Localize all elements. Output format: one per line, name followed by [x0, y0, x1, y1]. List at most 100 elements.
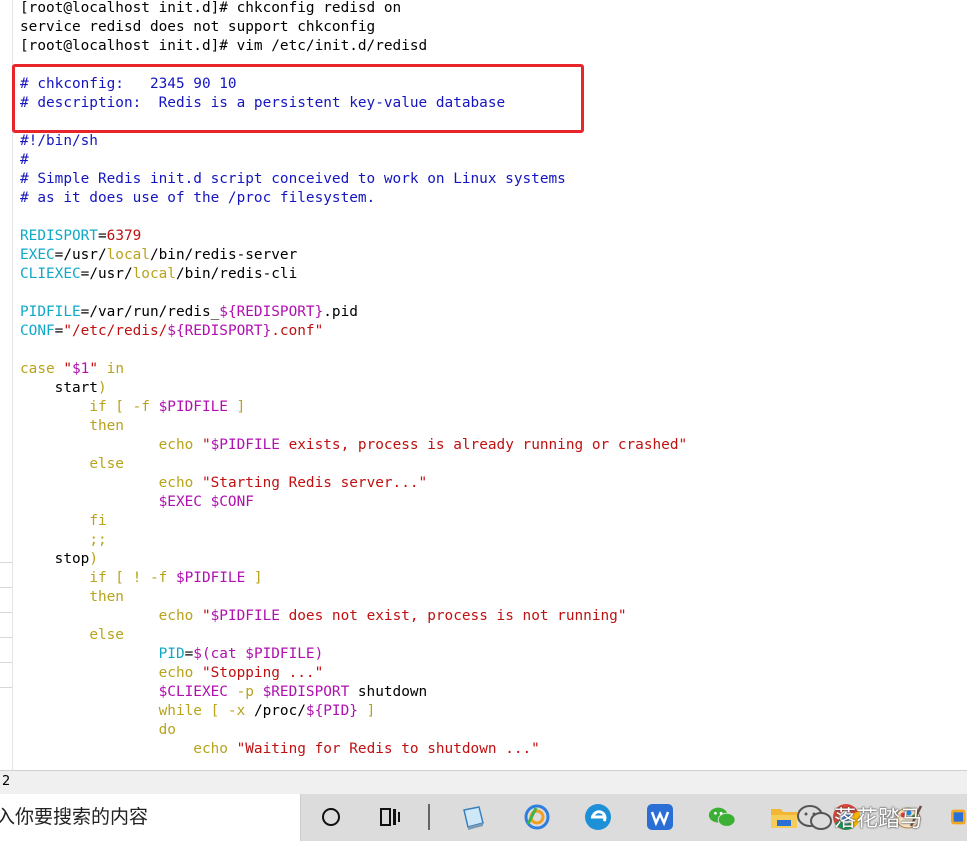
- notepad-icon[interactable]: [458, 802, 488, 832]
- terminal-line: echo "Waiting for Redis to shutdown ...": [20, 740, 967, 759]
- terminal-line: fi: [20, 512, 967, 531]
- code-token: service redisd does not support chkconfi…: [20, 19, 376, 35]
- code-token: local: [132, 266, 176, 282]
- code-token: case: [20, 361, 55, 377]
- terminal-line: case "$1" in: [20, 360, 967, 379]
- code-token: # Simple Redis init.d script conceived t…: [20, 171, 566, 187]
- left-gutter-ticks: [0, 562, 12, 712]
- code-token: ): [97, 380, 107, 396]
- code-token: #: [20, 152, 29, 168]
- terminal-line: while [ -x /proc/${PID} ]: [20, 702, 967, 721]
- code-token: PID: [158, 646, 185, 662]
- watermark: 落花踏马: [796, 798, 922, 836]
- cortana-icon[interactable]: [316, 802, 346, 832]
- browser-icon[interactable]: [522, 802, 552, 832]
- code-token: PIDFILE: [20, 304, 81, 320]
- code-token: ": [201, 608, 211, 624]
- terminal-line: #: [20, 151, 967, 170]
- code-token: #!/bin/sh: [20, 133, 98, 149]
- code-token: stop: [20, 551, 90, 567]
- terminal-line: ;;: [20, 531, 967, 550]
- code-token: ": [63, 361, 72, 377]
- wechat-icon[interactable]: [707, 802, 737, 832]
- code-token: ): [89, 551, 98, 567]
- ie-icon[interactable]: [583, 802, 613, 832]
- wps-icon[interactable]: [645, 802, 675, 832]
- terminal-line: start): [20, 379, 967, 398]
- code-token: =/usr/: [80, 266, 133, 282]
- taskbar: 入你要搜索的内容 落花踏马: [0, 794, 967, 841]
- code-token: ": [89, 361, 98, 377]
- code-token: "/etc/redis/: [63, 323, 168, 339]
- code-token: =/usr/: [54, 247, 107, 263]
- code-token: /bin/redis-server: [149, 247, 298, 263]
- code-token: ]: [357, 703, 376, 719]
- terminal-line: [root@localhost init.d]# chkconfig redis…: [20, 0, 967, 18]
- code-token: then: [89, 418, 124, 434]
- code-token: ": [201, 437, 211, 453]
- taskbar-divider: [428, 804, 430, 830]
- terminal-line: PIDFILE=/var/run/redis_${REDISPORT}.pid: [20, 303, 967, 322]
- code-token: # as it does use of the /proc filesystem…: [20, 190, 376, 206]
- task-view-icon[interactable]: [376, 802, 406, 832]
- code-token: else: [89, 627, 124, 643]
- code-token: CONF: [20, 323, 55, 339]
- terminal-line: echo "$PIDFILE does not exist, process i…: [20, 607, 967, 626]
- terminal-line: EXEC=/usr/local/bin/redis-server: [20, 246, 967, 265]
- code-token: $PIDFILE: [158, 399, 228, 415]
- wechat-watermark-icon: [797, 805, 832, 830]
- code-token: ${REDISPORT}: [167, 323, 272, 339]
- terminal-line: echo "Stopping ...": [20, 664, 967, 683]
- code-token: ${REDISPORT}: [219, 304, 324, 320]
- code-token: echo: [158, 608, 202, 624]
- code-token: fi: [89, 513, 107, 529]
- terminal-line: then: [20, 417, 967, 436]
- code-token: else: [89, 456, 124, 472]
- terminal-line: CONF="/etc/redis/${REDISPORT}.conf": [20, 322, 967, 341]
- code-token: ]: [245, 570, 263, 586]
- code-token: =: [97, 228, 107, 244]
- terminal-line: #!/bin/sh: [20, 132, 967, 151]
- app-icon[interactable]: [947, 802, 967, 832]
- code-token: exists, process is already running or cr…: [279, 437, 688, 453]
- code-token: ]: [227, 399, 246, 415]
- code-token: $1: [72, 361, 90, 377]
- code-token: start: [20, 380, 98, 396]
- terminal-line: echo "$PIDFILE exists, process is alread…: [20, 436, 967, 455]
- code-token: ${PID}: [305, 703, 358, 719]
- code-token: echo: [158, 437, 202, 453]
- terminal-line: if [ ! -f $PIDFILE ]: [20, 569, 967, 588]
- taskbar-search-box[interactable]: 入你要搜索的内容: [0, 794, 301, 841]
- code-token: then: [89, 589, 124, 605]
- code-token: if [ -f: [89, 399, 159, 415]
- code-token: /bin/redis-cli: [175, 266, 298, 282]
- terminal-line: # Simple Redis init.d script conceived t…: [20, 170, 967, 189]
- terminal-line: do: [20, 721, 967, 740]
- terminal-line: PID=$(cat $PIDFILE): [20, 645, 967, 664]
- code-token: CLIEXEC: [20, 266, 81, 282]
- code-token: "Waiting for Redis to shutdown ...": [236, 741, 540, 757]
- terminal-line: REDISPORT=6379: [20, 227, 967, 246]
- code-token: $EXEC $CONF: [158, 494, 254, 510]
- code-token: $(cat $PIDFILE): [193, 646, 324, 662]
- code-token: "Starting Redis server...": [201, 475, 428, 491]
- code-token: do: [158, 722, 176, 738]
- file-explorer-icon[interactable]: [769, 802, 799, 832]
- terminal-line: if [ -f $PIDFILE ]: [20, 398, 967, 417]
- terminal-line: stop): [20, 550, 967, 569]
